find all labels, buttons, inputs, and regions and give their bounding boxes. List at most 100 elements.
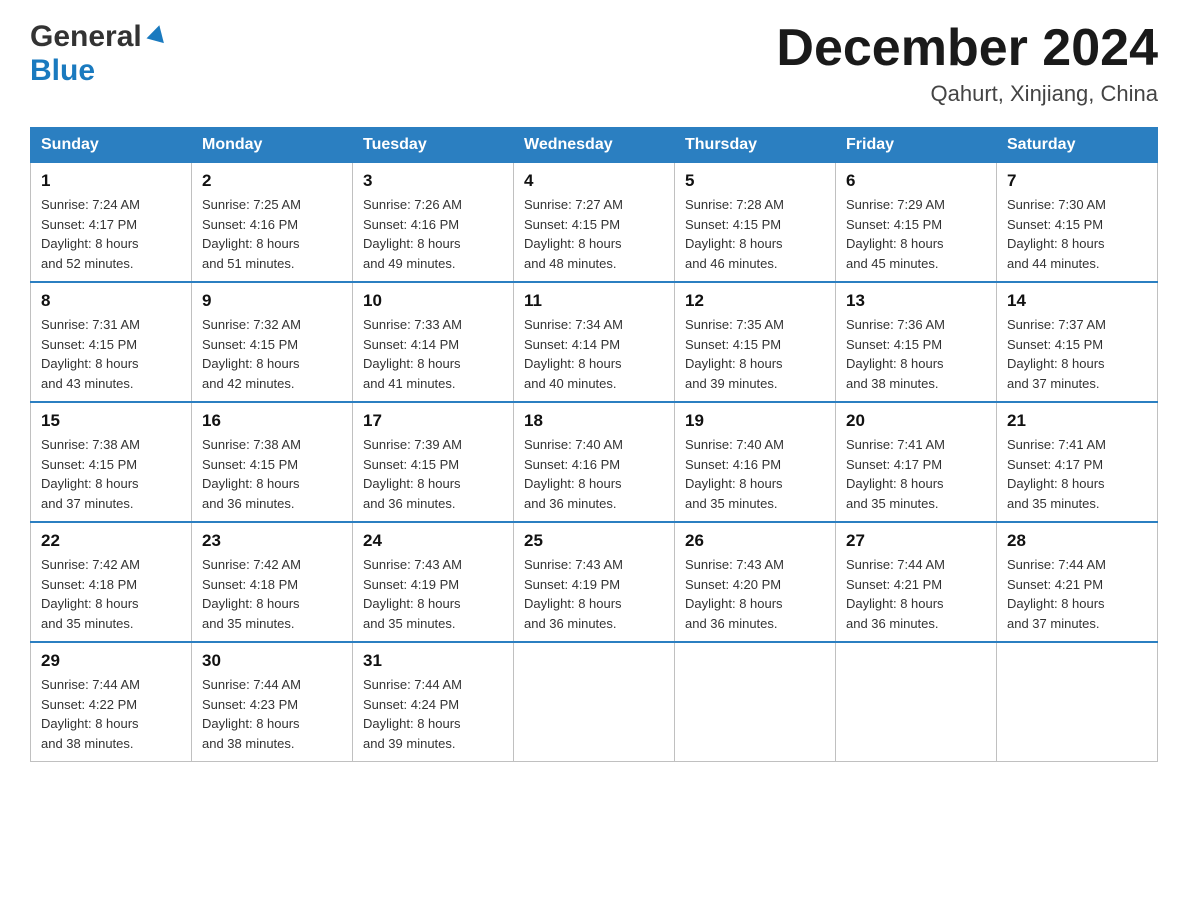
sunrise-label: Sunrise: 7:41 AM bbox=[1007, 437, 1106, 452]
day-number: 22 bbox=[41, 531, 181, 551]
sunset-label: Sunset: 4:22 PM bbox=[41, 697, 137, 712]
day-info: Sunrise: 7:40 AM Sunset: 4:16 PM Dayligh… bbox=[685, 435, 825, 513]
calendar-cell: 24 Sunrise: 7:43 AM Sunset: 4:19 PM Dayl… bbox=[353, 522, 514, 642]
sunrise-label: Sunrise: 7:25 AM bbox=[202, 197, 301, 212]
day-number: 19 bbox=[685, 411, 825, 431]
sunset-label: Sunset: 4:17 PM bbox=[41, 217, 137, 232]
sunset-label: Sunset: 4:15 PM bbox=[202, 457, 298, 472]
day-number: 2 bbox=[202, 171, 342, 191]
daylight-label: Daylight: 8 hoursand 36 minutes. bbox=[363, 476, 461, 511]
day-number: 31 bbox=[363, 651, 503, 671]
sunset-label: Sunset: 4:15 PM bbox=[41, 457, 137, 472]
calendar-table: Sunday Monday Tuesday Wednesday Thursday… bbox=[30, 127, 1158, 762]
daylight-label: Daylight: 8 hoursand 36 minutes. bbox=[202, 476, 300, 511]
daylight-label: Daylight: 8 hoursand 35 minutes. bbox=[202, 596, 300, 631]
day-info: Sunrise: 7:42 AM Sunset: 4:18 PM Dayligh… bbox=[41, 555, 181, 633]
day-info: Sunrise: 7:43 AM Sunset: 4:20 PM Dayligh… bbox=[685, 555, 825, 633]
sunrise-label: Sunrise: 7:35 AM bbox=[685, 317, 784, 332]
calendar-cell: 19 Sunrise: 7:40 AM Sunset: 4:16 PM Dayl… bbox=[675, 402, 836, 522]
day-number: 1 bbox=[41, 171, 181, 191]
day-number: 18 bbox=[524, 411, 664, 431]
day-number: 13 bbox=[846, 291, 986, 311]
col-thursday: Thursday bbox=[675, 128, 836, 163]
col-monday: Monday bbox=[192, 128, 353, 163]
sunset-label: Sunset: 4:17 PM bbox=[1007, 457, 1103, 472]
day-info: Sunrise: 7:44 AM Sunset: 4:22 PM Dayligh… bbox=[41, 675, 181, 753]
day-info: Sunrise: 7:42 AM Sunset: 4:18 PM Dayligh… bbox=[202, 555, 342, 633]
daylight-label: Daylight: 8 hoursand 35 minutes. bbox=[1007, 476, 1105, 511]
calendar-header-row: Sunday Monday Tuesday Wednesday Thursday… bbox=[31, 128, 1158, 163]
calendar-cell: 18 Sunrise: 7:40 AM Sunset: 4:16 PM Dayl… bbox=[514, 402, 675, 522]
calendar-cell: 30 Sunrise: 7:44 AM Sunset: 4:23 PM Dayl… bbox=[192, 642, 353, 762]
calendar-cell: 11 Sunrise: 7:34 AM Sunset: 4:14 PM Dayl… bbox=[514, 282, 675, 402]
daylight-label: Daylight: 8 hoursand 35 minutes. bbox=[41, 596, 139, 631]
calendar-cell bbox=[836, 642, 997, 762]
calendar-cell: 21 Sunrise: 7:41 AM Sunset: 4:17 PM Dayl… bbox=[997, 402, 1158, 522]
calendar-cell: 10 Sunrise: 7:33 AM Sunset: 4:14 PM Dayl… bbox=[353, 282, 514, 402]
calendar-cell: 8 Sunrise: 7:31 AM Sunset: 4:15 PM Dayli… bbox=[31, 282, 192, 402]
day-info: Sunrise: 7:38 AM Sunset: 4:15 PM Dayligh… bbox=[41, 435, 181, 513]
sunrise-label: Sunrise: 7:42 AM bbox=[41, 557, 140, 572]
day-info: Sunrise: 7:41 AM Sunset: 4:17 PM Dayligh… bbox=[1007, 435, 1147, 513]
day-info: Sunrise: 7:41 AM Sunset: 4:17 PM Dayligh… bbox=[846, 435, 986, 513]
sunrise-label: Sunrise: 7:30 AM bbox=[1007, 197, 1106, 212]
day-info: Sunrise: 7:43 AM Sunset: 4:19 PM Dayligh… bbox=[524, 555, 664, 633]
sunrise-label: Sunrise: 7:43 AM bbox=[363, 557, 462, 572]
daylight-label: Daylight: 8 hoursand 36 minutes. bbox=[846, 596, 944, 631]
daylight-label: Daylight: 8 hoursand 38 minutes. bbox=[846, 356, 944, 391]
sunrise-label: Sunrise: 7:38 AM bbox=[202, 437, 301, 452]
sunset-label: Sunset: 4:16 PM bbox=[363, 217, 459, 232]
day-info: Sunrise: 7:28 AM Sunset: 4:15 PM Dayligh… bbox=[685, 195, 825, 273]
daylight-label: Daylight: 8 hoursand 38 minutes. bbox=[202, 716, 300, 751]
day-number: 10 bbox=[363, 291, 503, 311]
daylight-label: Daylight: 8 hoursand 39 minutes. bbox=[685, 356, 783, 391]
sunrise-label: Sunrise: 7:24 AM bbox=[41, 197, 140, 212]
day-info: Sunrise: 7:44 AM Sunset: 4:21 PM Dayligh… bbox=[1007, 555, 1147, 633]
daylight-label: Daylight: 8 hoursand 51 minutes. bbox=[202, 236, 300, 271]
sunrise-label: Sunrise: 7:44 AM bbox=[846, 557, 945, 572]
daylight-label: Daylight: 8 hoursand 37 minutes. bbox=[41, 476, 139, 511]
sunset-label: Sunset: 4:18 PM bbox=[41, 577, 137, 592]
logo-general-text: General bbox=[30, 20, 142, 54]
day-number: 27 bbox=[846, 531, 986, 551]
daylight-label: Daylight: 8 hoursand 45 minutes. bbox=[846, 236, 944, 271]
sunrise-label: Sunrise: 7:44 AM bbox=[1007, 557, 1106, 572]
sunset-label: Sunset: 4:15 PM bbox=[685, 337, 781, 352]
calendar-cell: 9 Sunrise: 7:32 AM Sunset: 4:15 PM Dayli… bbox=[192, 282, 353, 402]
sunset-label: Sunset: 4:15 PM bbox=[524, 217, 620, 232]
sunrise-label: Sunrise: 7:34 AM bbox=[524, 317, 623, 332]
daylight-label: Daylight: 8 hoursand 38 minutes. bbox=[41, 716, 139, 751]
day-number: 15 bbox=[41, 411, 181, 431]
calendar-cell: 31 Sunrise: 7:44 AM Sunset: 4:24 PM Dayl… bbox=[353, 642, 514, 762]
sunset-label: Sunset: 4:18 PM bbox=[202, 577, 298, 592]
col-friday: Friday bbox=[836, 128, 997, 163]
day-info: Sunrise: 7:31 AM Sunset: 4:15 PM Dayligh… bbox=[41, 315, 181, 393]
calendar-cell: 12 Sunrise: 7:35 AM Sunset: 4:15 PM Dayl… bbox=[675, 282, 836, 402]
sunset-label: Sunset: 4:24 PM bbox=[363, 697, 459, 712]
col-sunday: Sunday bbox=[31, 128, 192, 163]
sunset-label: Sunset: 4:23 PM bbox=[202, 697, 298, 712]
calendar-cell: 6 Sunrise: 7:29 AM Sunset: 4:15 PM Dayli… bbox=[836, 163, 997, 283]
sunset-label: Sunset: 4:15 PM bbox=[363, 457, 459, 472]
day-number: 28 bbox=[1007, 531, 1147, 551]
calendar-cell: 26 Sunrise: 7:43 AM Sunset: 4:20 PM Dayl… bbox=[675, 522, 836, 642]
sunrise-label: Sunrise: 7:32 AM bbox=[202, 317, 301, 332]
page-header: General Blue December 2024 Qahurt, Xinji… bbox=[30, 20, 1158, 107]
day-number: 4 bbox=[524, 171, 664, 191]
sunrise-label: Sunrise: 7:43 AM bbox=[524, 557, 623, 572]
calendar-cell: 20 Sunrise: 7:41 AM Sunset: 4:17 PM Dayl… bbox=[836, 402, 997, 522]
calendar-cell: 4 Sunrise: 7:27 AM Sunset: 4:15 PM Dayli… bbox=[514, 163, 675, 283]
sunrise-label: Sunrise: 7:43 AM bbox=[685, 557, 784, 572]
calendar-cell bbox=[675, 642, 836, 762]
sunset-label: Sunset: 4:16 PM bbox=[202, 217, 298, 232]
day-info: Sunrise: 7:44 AM Sunset: 4:21 PM Dayligh… bbox=[846, 555, 986, 633]
sunset-label: Sunset: 4:16 PM bbox=[524, 457, 620, 472]
daylight-label: Daylight: 8 hoursand 41 minutes. bbox=[363, 356, 461, 391]
calendar-cell: 3 Sunrise: 7:26 AM Sunset: 4:16 PM Dayli… bbox=[353, 163, 514, 283]
calendar-cell: 15 Sunrise: 7:38 AM Sunset: 4:15 PM Dayl… bbox=[31, 402, 192, 522]
calendar-cell: 5 Sunrise: 7:28 AM Sunset: 4:15 PM Dayli… bbox=[675, 163, 836, 283]
day-number: 17 bbox=[363, 411, 503, 431]
daylight-label: Daylight: 8 hoursand 36 minutes. bbox=[685, 596, 783, 631]
sunrise-label: Sunrise: 7:42 AM bbox=[202, 557, 301, 572]
daylight-label: Daylight: 8 hoursand 39 minutes. bbox=[363, 716, 461, 751]
